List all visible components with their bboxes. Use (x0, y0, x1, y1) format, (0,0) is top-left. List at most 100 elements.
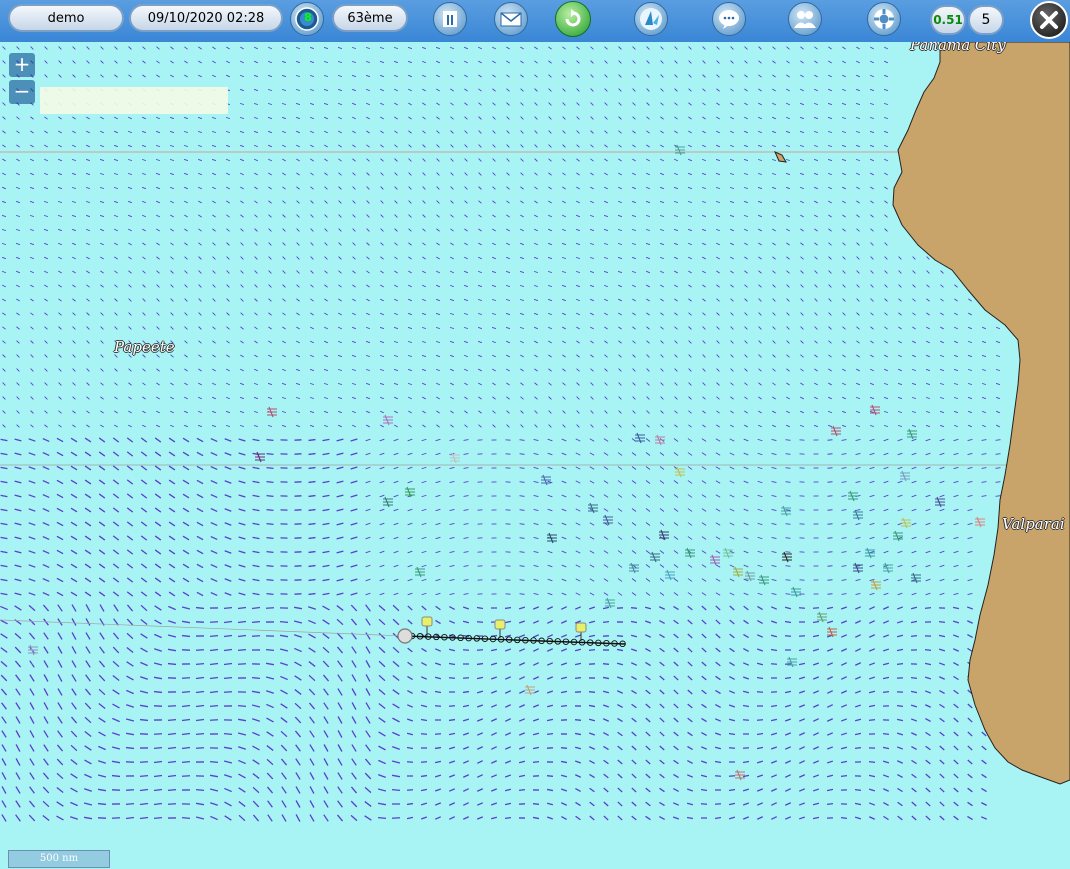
wind-arrow (267, 424, 273, 428)
wind-arrow (98, 535, 106, 541)
wind-arrow (841, 396, 847, 400)
wind-arrow (224, 480, 232, 484)
wind-arrow (897, 578, 903, 582)
wind-arrow (939, 592, 945, 596)
wind-arrow (14, 550, 22, 554)
info-icon[interactable] (433, 2, 467, 36)
wind-arrow (197, 116, 203, 120)
wind-arrow (142, 284, 146, 288)
wind-arrow (757, 466, 763, 470)
wind-arrow (58, 410, 62, 414)
wind-arrow (490, 662, 498, 666)
wind-arrow (757, 452, 763, 456)
wind-arrow (576, 424, 580, 428)
wind-arrow (225, 130, 231, 134)
zoom-in-button[interactable]: + (9, 53, 35, 77)
wind-arrow (967, 480, 973, 484)
boat-marker (650, 551, 660, 563)
rank-button[interactable]: 63ème (332, 4, 408, 32)
wind-arrow (421, 74, 427, 78)
wind-arrow (533, 438, 539, 442)
wind-arrow (139, 704, 149, 708)
datetime-button[interactable]: 09/10/2020 02:28 (129, 4, 283, 32)
wind-arrow (448, 718, 456, 722)
wind-arrow (407, 452, 413, 456)
map-layer (0, 42, 1070, 822)
wind-arrow (182, 465, 190, 471)
wind-arrow (728, 816, 736, 820)
wind-arrow (772, 228, 776, 232)
wind-arrow (112, 563, 120, 569)
wind-arrow (223, 606, 233, 610)
wind-arrow (744, 312, 748, 316)
wind-arrow (226, 326, 230, 330)
wind-arrow (518, 634, 526, 638)
wind-arrow (799, 144, 805, 148)
wind-arrow (506, 410, 510, 414)
wind-arrow (715, 661, 721, 667)
wind-arrow (141, 144, 147, 148)
wind-arrow (632, 284, 636, 288)
wind-arrow (869, 382, 875, 386)
wind-arrow (534, 396, 538, 400)
wind-arrow (603, 270, 609, 274)
wind-arrow (2, 340, 6, 344)
wind-arrow (127, 116, 133, 120)
wind-arrow (378, 717, 386, 723)
wind-arrow (546, 662, 554, 666)
sailing-logo-icon[interactable] (634, 2, 668, 36)
wind-arrow (391, 774, 401, 778)
wind-arrow (911, 424, 917, 428)
wind-arrow (380, 424, 384, 428)
mail-icon[interactable] (494, 2, 528, 36)
wind-arrow (519, 565, 525, 567)
wind-arrow (674, 424, 678, 428)
clock-icon[interactable]: 8 (290, 2, 324, 36)
wind-arrow (477, 746, 483, 750)
wind-arrow (142, 242, 146, 246)
wind-arrow (295, 88, 301, 92)
zoom-out-button[interactable]: − (9, 80, 35, 104)
wind-arrow (112, 675, 120, 681)
wind-arrow (365, 480, 371, 484)
wind-arrow (547, 578, 553, 582)
wind-arrow (28, 466, 36, 470)
wind-arrow (533, 508, 539, 512)
wind-arrow (814, 46, 818, 50)
wind-arrow (576, 144, 580, 148)
chat-icon[interactable] (712, 2, 746, 36)
wind-arrow (408, 228, 412, 232)
speed-display[interactable]: 0.51 (930, 5, 966, 35)
friends-icon[interactable] (788, 2, 822, 36)
lifebuoy-icon[interactable] (867, 2, 901, 36)
wind-arrow (58, 130, 62, 134)
wind-arrow (323, 368, 329, 372)
wind-arrow (729, 676, 735, 680)
wind-arrow (603, 256, 609, 260)
wind-arrow (183, 410, 189, 414)
wind-arrow (840, 817, 848, 819)
wind-arrow (967, 815, 973, 821)
wind-arrow (814, 312, 818, 316)
wind-arrow (631, 466, 637, 470)
wind-arrow (618, 312, 622, 316)
close-icon[interactable] (1030, 1, 1068, 39)
player-name-button[interactable]: demo (8, 4, 124, 32)
wind-arrow (869, 88, 875, 92)
wind-arrow (71, 618, 77, 626)
wind-arrow (617, 494, 623, 498)
wind-arrow (167, 648, 177, 652)
wind-arrow (170, 298, 174, 302)
counter-display[interactable]: 5 (968, 5, 1004, 35)
wind-arrow (882, 774, 890, 778)
sailing-map[interactable]: + − Papeete Panama City Valparai (0, 42, 1070, 869)
wind-arrow (562, 46, 566, 50)
boat-marker (659, 529, 669, 541)
refresh-icon[interactable] (555, 1, 591, 37)
wind-arrow (646, 326, 650, 330)
wind-arrow (967, 703, 973, 709)
wind-arrow (251, 620, 261, 624)
wind-arrow (631, 801, 637, 807)
wind-arrow (828, 382, 832, 386)
wind-arrow (798, 788, 806, 792)
